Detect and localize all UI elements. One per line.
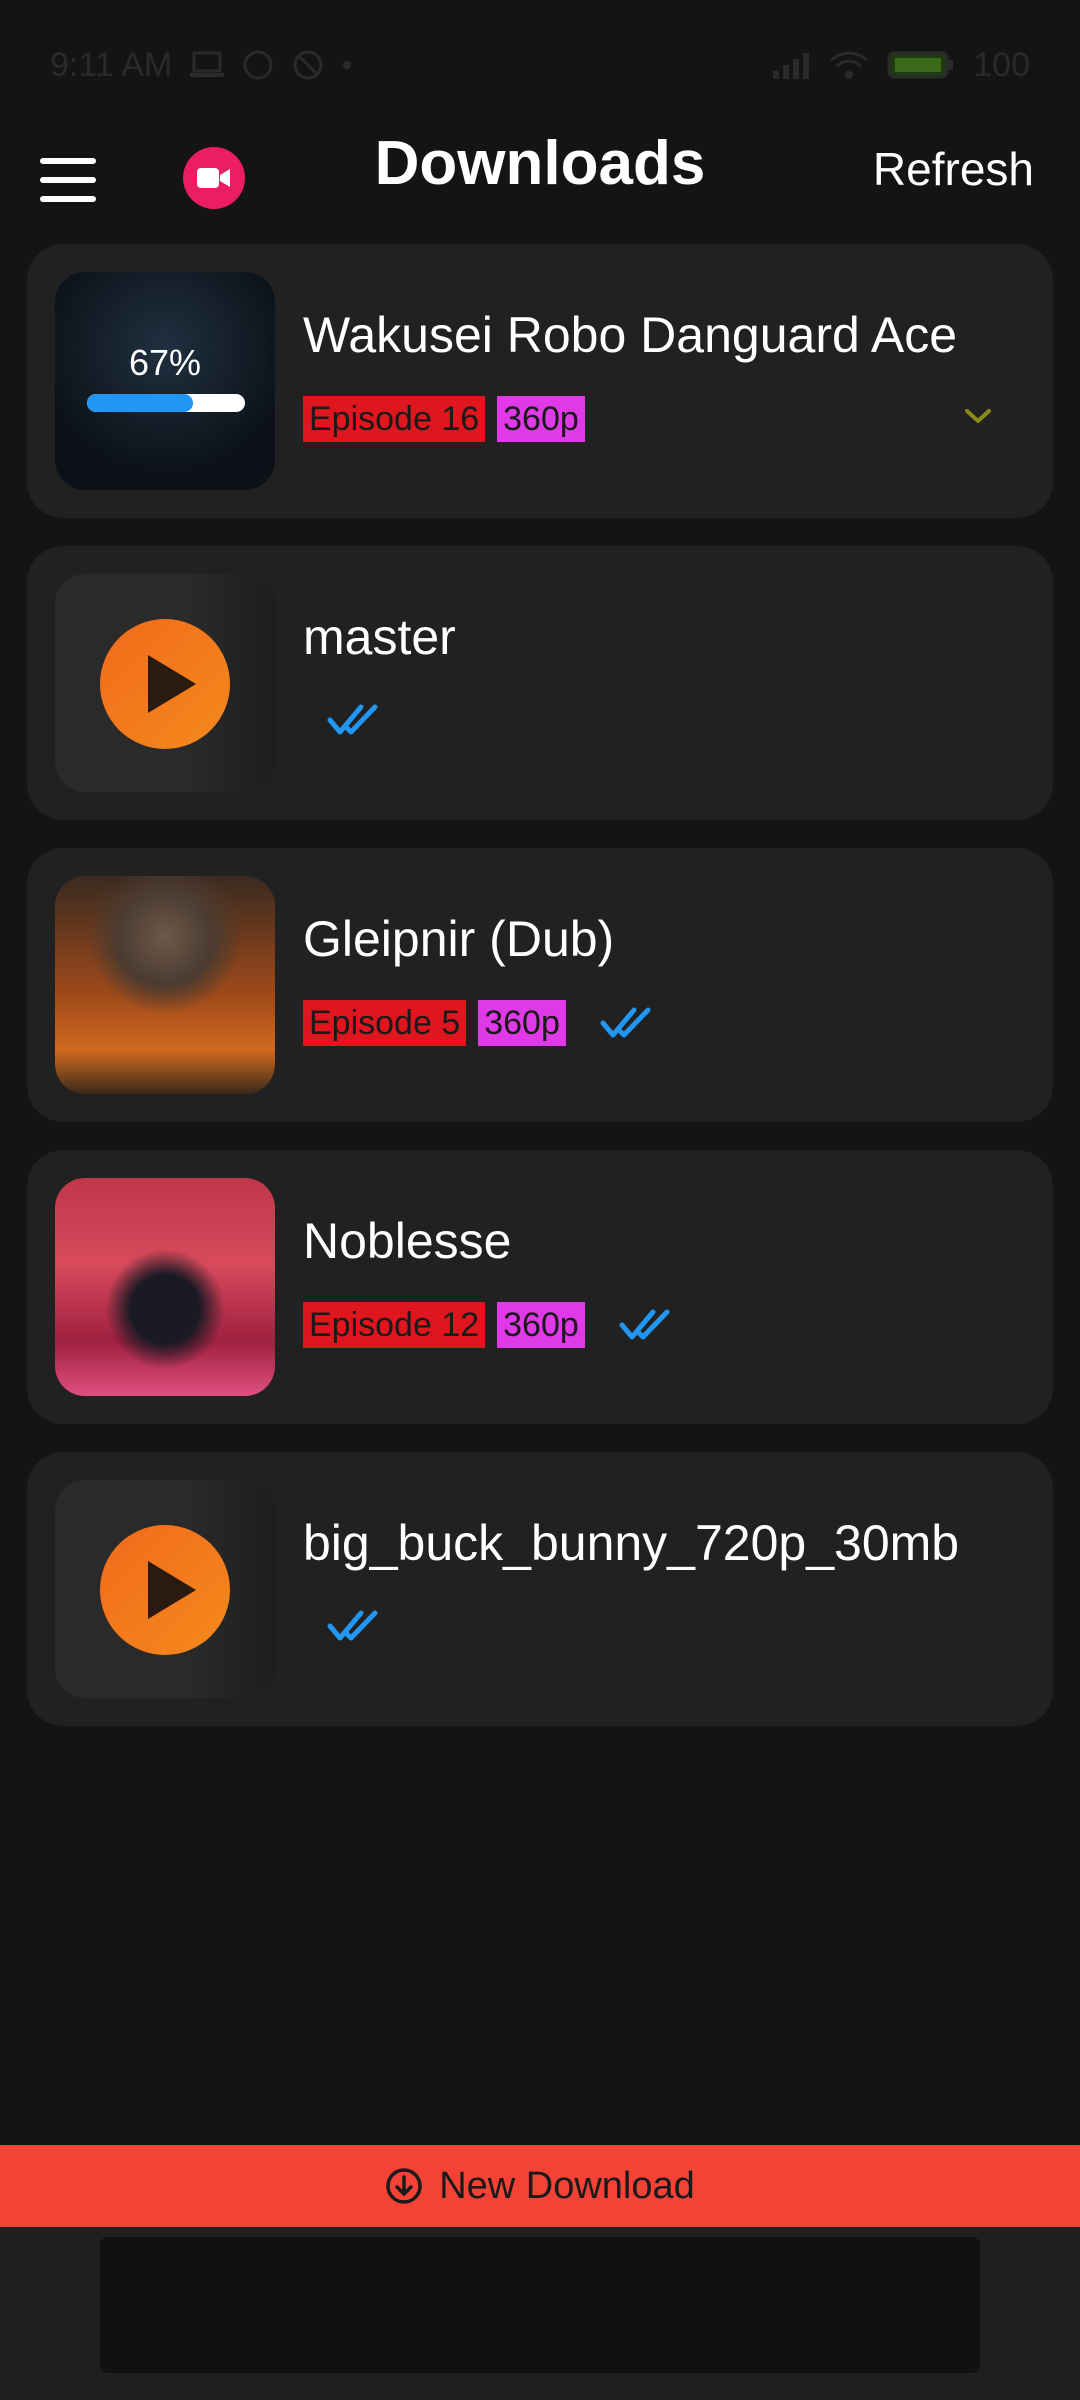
thumbnail: [55, 876, 275, 1094]
thumbnail: [55, 1480, 275, 1698]
app-header: Downloads Refresh: [0, 120, 1080, 240]
download-item[interactable]: big_buck_bunny_720p_30mb: [27, 1452, 1053, 1726]
download-title: big_buck_bunny_720p_30mb: [303, 1515, 960, 1571]
episode-badge: Episode 16: [303, 396, 486, 442]
tag-row: Episode 12 360p: [303, 1302, 675, 1348]
bottom-panel: [0, 2227, 1080, 2400]
signal-icon: [773, 51, 811, 79]
download-title: Wakusei Robo Danguard Ace: [303, 307, 958, 363]
progress-percent: 67%: [128, 342, 202, 383]
tag-row: Episode 16 360p: [303, 396, 585, 442]
ad-banner[interactable]: [100, 2237, 980, 2373]
wifi-icon: [829, 50, 869, 80]
thumbnail: [55, 1178, 275, 1396]
downloads-list: 67% Wakusei Robo Danguard Ace Episode 16…: [27, 244, 1053, 1754]
download-item[interactable]: Noblesse Episode 12 360p: [27, 1150, 1053, 1424]
episode-badge: Episode 5: [303, 1000, 467, 1046]
progress-fill: [87, 394, 193, 412]
double-check-icon: [600, 1007, 651, 1038]
play-icon: [100, 1525, 230, 1655]
tag-row: Episode 5 360p: [303, 1000, 656, 1046]
quality-badge: 360p: [478, 1000, 566, 1046]
battery-icon: [887, 50, 955, 80]
whatsapp-icon: [242, 49, 274, 81]
download-item[interactable]: master: [27, 546, 1053, 820]
laptop-icon: [190, 51, 225, 79]
thumbnail: [55, 574, 275, 792]
download-item[interactable]: 67% Wakusei Robo Danguard Ace Episode 16…: [27, 244, 1053, 518]
vpn-icon: [292, 49, 324, 81]
status-right: 100: [773, 46, 1030, 85]
thumbnail: 67%: [55, 272, 275, 490]
dot-icon: [342, 60, 352, 70]
download-title: Noblesse: [303, 1213, 512, 1269]
battery-level: 100: [973, 45, 1030, 84]
episode-badge: Episode 12: [303, 1302, 486, 1348]
status-bar: 9:11 AM 100: [0, 0, 1080, 130]
double-check-icon: [619, 1309, 670, 1340]
download-title: master: [303, 609, 456, 665]
double-check-icon: [327, 702, 383, 743]
new-download-button[interactable]: New Download: [0, 2145, 1080, 2227]
downloads-screen: 9:11 AM 100 Downloads Refresh 67% Wakuse…: [0, 0, 1080, 2400]
status-time: 9:11 AM: [50, 45, 173, 84]
download-item[interactable]: Gleipnir (Dub) Episode 5 360p: [27, 848, 1053, 1122]
quality-badge: 360p: [497, 1302, 585, 1348]
status-left: 9:11 AM: [50, 46, 352, 85]
download-title: Gleipnir (Dub): [303, 911, 615, 967]
refresh-button[interactable]: Refresh: [873, 142, 1034, 196]
download-circle-icon: [386, 2168, 422, 2204]
progress-bar: [87, 394, 245, 412]
new-download-label: New Download: [439, 2164, 695, 2207]
quality-badge: 360p: [497, 396, 585, 442]
double-check-icon: [327, 1608, 383, 1649]
play-icon: [100, 619, 230, 749]
chevron-down-icon[interactable]: [963, 406, 993, 431]
